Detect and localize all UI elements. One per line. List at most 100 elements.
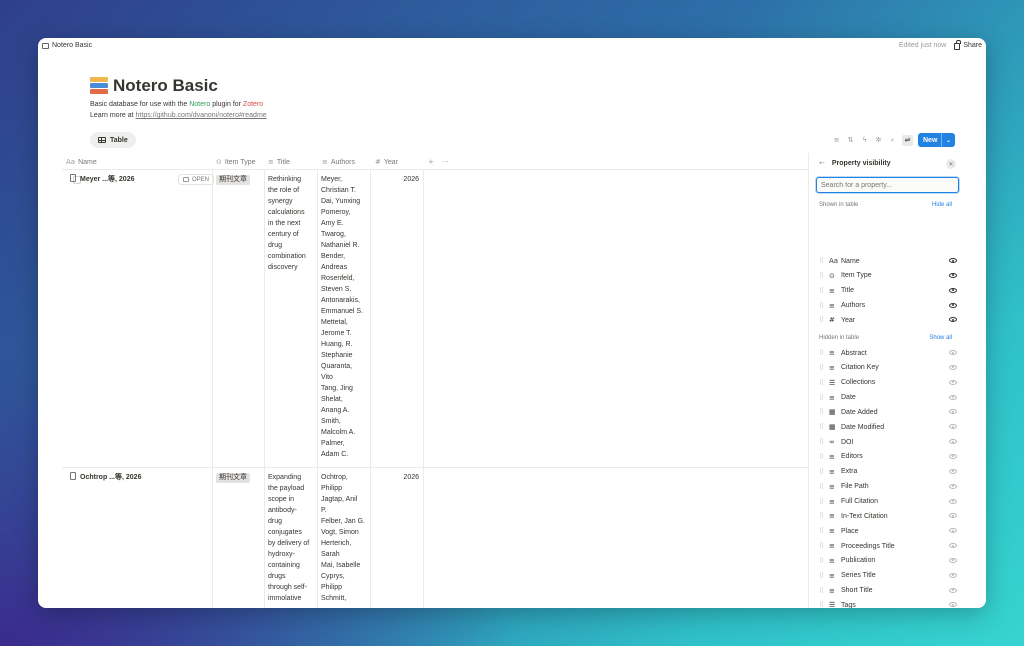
property-item-tags[interactable]: ⠿ ☰ Tags (819, 598, 959, 608)
property-item-date-added[interactable]: ⠿ ▦ Date Added (819, 405, 959, 419)
drag-handle-icon[interactable]: ⠿ (819, 438, 829, 446)
year-cell[interactable]: 2026 (370, 468, 423, 608)
drag-handle-icon[interactable]: ⠿ (819, 542, 829, 550)
drag-handle-icon[interactable]: ⠿ (819, 498, 829, 506)
name-cell[interactable]: Meyer ...等, 2026 (66, 170, 212, 467)
eye-hidden-icon[interactable] (949, 379, 957, 385)
drag-handle-icon[interactable]: ⠿ (819, 257, 829, 265)
sort-icon[interactable]: ⇅ (846, 136, 855, 145)
drag-handle-icon[interactable]: ⠿ (819, 527, 829, 535)
eye-hidden-icon[interactable] (949, 483, 957, 489)
eye-hidden-icon[interactable] (949, 498, 957, 504)
breadcrumb[interactable]: Notero Basic (42, 42, 92, 49)
drag-handle-icon[interactable]: ⠿ (819, 408, 829, 416)
title-cell[interactable]: Expanding the payload scope in antibody-dru… (264, 468, 317, 608)
drag-handle-icon[interactable]: ⠿ (819, 601, 829, 608)
eye-hidden-icon[interactable] (949, 364, 957, 370)
column-header-title[interactable]: ≡ Title (268, 158, 290, 166)
drag-handle-icon[interactable]: ⠿ (819, 423, 829, 431)
eye-hidden-icon[interactable] (949, 453, 957, 459)
drag-handle-icon[interactable]: ⠿ (819, 587, 829, 595)
property-item-authors[interactable]: ⠿ ≡ Authors (819, 299, 959, 313)
property-item-year[interactable]: ⠿ # Year (819, 313, 959, 327)
eye-icon[interactable] (949, 317, 957, 323)
authors-cell[interactable]: Ochtrop, Philipp Jagtap, Anil P. Felber, Jan… (317, 468, 370, 608)
table-row[interactable]: Ochtrop ...等, 2026 期刊文章 Expanding the pay… (62, 468, 808, 608)
filter-icon[interactable]: ≡ (832, 136, 841, 145)
show-all-button[interactable]: Show all (929, 335, 952, 341)
eye-hidden-icon[interactable] (949, 528, 957, 534)
eye-icon[interactable] (949, 287, 957, 293)
item-type-cell[interactable]: 期刊文章 (212, 170, 264, 467)
drag-handle-icon[interactable]: ⠿ (819, 453, 829, 461)
settings-sliders-icon[interactable]: ⇌ (902, 134, 913, 146)
property-item-title[interactable]: ⠿ ≡ Title (819, 284, 959, 298)
property-item-abstract[interactable]: ⠿ ≡ Abstract (819, 346, 959, 360)
property-item-proceedings-title[interactable]: ⠿ ≡ Proceedings Title (819, 539, 959, 553)
eye-icon[interactable] (949, 272, 957, 278)
eye-hidden-icon[interactable] (949, 602, 957, 608)
property-item-place[interactable]: ⠿ ≡ Place (819, 524, 959, 538)
hide-all-button[interactable]: Hide all (932, 202, 952, 208)
property-item-short-title[interactable]: ⠿ ≡ Short Title (819, 584, 959, 598)
chevron-down-icon[interactable]: ⌄ (946, 137, 951, 144)
property-item-doi[interactable]: ⠿ ∞ DOI (819, 435, 959, 449)
drag-handle-icon[interactable]: ⠿ (819, 557, 829, 565)
property-item-full-citation[interactable]: ⠿ ≡ Full Citation (819, 495, 959, 509)
readme-link[interactable]: https://github.com/dvanoni/notero#readme (136, 112, 267, 119)
drag-handle-icon[interactable]: ⠿ (819, 512, 829, 520)
eye-hidden-icon[interactable] (949, 587, 957, 593)
eye-hidden-icon[interactable] (949, 557, 957, 563)
eye-hidden-icon[interactable] (949, 543, 957, 549)
close-icon[interactable]: ✕ (946, 159, 956, 169)
drag-handle-icon[interactable]: ⠿ (819, 302, 829, 310)
eye-hidden-icon[interactable] (949, 350, 957, 355)
eye-icon[interactable] (949, 258, 957, 263)
ai-sparkle-icon[interactable]: ✲ (874, 136, 883, 145)
eye-hidden-icon[interactable] (949, 424, 957, 430)
authors-cell[interactable]: Meyer, Christian T. Dai, Yunxing Pomeroy, Am… (317, 170, 370, 467)
column-header-item-type[interactable]: ⊙ Item Type (216, 158, 255, 166)
drag-handle-icon[interactable]: ⠿ (819, 316, 829, 324)
property-item-item-type[interactable]: ⠿ ⊙ Item Type (819, 269, 959, 283)
column-header-year[interactable]: # Year (375, 158, 398, 166)
add-column-button[interactable]: + (428, 158, 434, 166)
property-item-editors[interactable]: ⠿ ≡ Editors (819, 450, 959, 464)
property-item-in-text-citation[interactable]: ⠿ ≡ In-Text Citation (819, 509, 959, 523)
drag-handle-icon[interactable]: ⠿ (819, 483, 829, 491)
drag-handle-icon[interactable]: ⠿ (819, 572, 829, 580)
eye-hidden-icon[interactable] (949, 513, 957, 519)
property-item-file-path[interactable]: ⠿ ≡ File Path (819, 480, 959, 494)
table-row[interactable]: Meyer ...等, 2026 OPEN 期刊文章 Rethinking the… (62, 170, 808, 468)
column-header-name[interactable]: Aa Name (66, 158, 97, 166)
search-icon[interactable]: ⌕ (888, 136, 897, 145)
property-item-citation-key[interactable]: ⠿ ≡ Citation Key (819, 361, 959, 375)
eye-hidden-icon[interactable] (949, 394, 957, 400)
title-cell[interactable]: Rethinking the role of synergy calculations… (264, 170, 317, 467)
eye-hidden-icon[interactable] (949, 468, 957, 474)
property-item-date[interactable]: ⠿ ≡ Date (819, 391, 959, 405)
more-options-button[interactable]: ··· (442, 158, 449, 166)
property-item-series-title[interactable]: ⠿ ≡ Series Title (819, 569, 959, 583)
drag-handle-icon[interactable]: ⠿ (819, 379, 829, 387)
drag-handle-icon[interactable]: ⠿ (819, 364, 829, 372)
property-item-extra[interactable]: ⠿ ≡ Extra (819, 465, 959, 479)
eye-hidden-icon[interactable] (949, 409, 957, 415)
new-button[interactable]: New ⌄ (918, 133, 955, 147)
drag-handle-icon[interactable]: ⠿ (819, 287, 829, 295)
page-title[interactable]: Notero Basic (113, 76, 218, 96)
automation-icon[interactable]: ϟ (860, 136, 869, 145)
year-cell[interactable]: 2026 (370, 170, 423, 467)
drag-handle-icon[interactable]: ⠿ (819, 394, 829, 402)
open-button[interactable]: OPEN (178, 174, 215, 185)
share-button[interactable]: Share (954, 40, 982, 50)
property-item-collections[interactable]: ⠿ ☰ Collections (819, 376, 959, 390)
drag-handle-icon[interactable]: ⠿ (819, 272, 829, 280)
eye-icon[interactable] (949, 302, 957, 308)
name-cell[interactable]: Ochtrop ...等, 2026 (66, 468, 212, 608)
column-header-authors[interactable]: ≡ Authors (322, 158, 355, 166)
property-item-name[interactable]: ⠿ Aa Name (819, 254, 959, 268)
eye-hidden-icon[interactable] (949, 439, 957, 445)
property-item-publication[interactable]: ⠿ ≡ Publication (819, 554, 959, 568)
back-arrow-icon[interactable]: ← (819, 159, 825, 167)
